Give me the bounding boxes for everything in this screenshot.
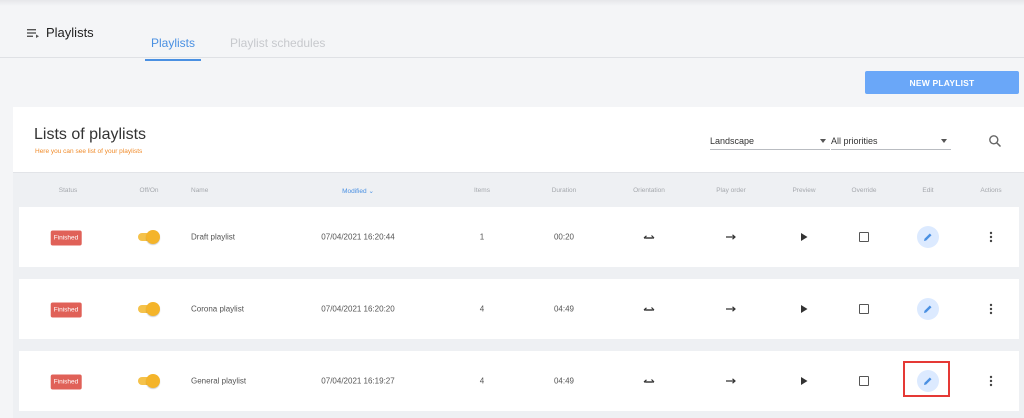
priority-select[interactable]: All priorities: [831, 132, 951, 150]
swap-arrows-icon: [642, 376, 656, 386]
sort-chevron-icon: ⌄: [368, 188, 374, 195]
edit-button[interactable]: [917, 370, 939, 392]
arrow-right-icon: [725, 377, 737, 385]
more-vertical-icon[interactable]: [989, 231, 993, 243]
enable-toggle[interactable]: [138, 374, 160, 388]
toggle-knob: [146, 302, 160, 316]
orientation-select[interactable]: Landscape: [710, 132, 830, 150]
column-off-on: Off/On: [139, 187, 159, 194]
duration: 04:49: [553, 304, 575, 314]
arrow-right-icon: [725, 305, 737, 313]
enable-toggle[interactable]: [138, 230, 160, 244]
column-items: Items: [474, 187, 490, 194]
table-row[interactable]: Finished Draft playlist 07/04/2021 16:20…: [19, 207, 1019, 267]
column-duration: Duration: [551, 187, 577, 194]
column-edit: Edit: [922, 187, 934, 194]
pencil-icon: [924, 305, 932, 313]
priority-select-value: All priorities: [831, 135, 878, 146]
panel-header: Lists of playlists Here you can see list…: [13, 107, 1024, 173]
column-override: Override: [851, 187, 877, 194]
status-badge: Finished: [50, 230, 82, 246]
modified-date: 07/04/2021 16:20:44: [321, 232, 395, 242]
column-orientation: Orientation: [633, 187, 665, 194]
modified-date: 07/04/2021 16:20:20: [321, 304, 395, 314]
table-row[interactable]: Finished General playlist 07/04/2021 16:…: [19, 351, 1019, 411]
items-count: 4: [479, 376, 485, 386]
search-icon[interactable]: [988, 134, 1002, 148]
toggle-knob: [146, 374, 160, 388]
swap-arrows-icon: [642, 232, 656, 242]
list-subtitle: Here you can see list of your playlists: [35, 148, 143, 155]
table-row[interactable]: Finished Corona playlist 07/04/2021 16:2…: [19, 279, 1019, 339]
column-actions: Actions: [980, 187, 1002, 194]
playlist-name[interactable]: Corona playlist: [191, 305, 244, 314]
status-badge-label: Finished: [50, 302, 82, 318]
list-title: Lists of playlists: [34, 126, 147, 143]
arrow-right-icon: [725, 233, 737, 241]
status-badge: Finished: [50, 302, 82, 318]
new-playlist-button[interactable]: NEW PLAYLIST: [865, 71, 1019, 94]
column-status: Status: [58, 187, 78, 194]
column-name: Name: [191, 187, 209, 194]
status-badge: Finished: [50, 374, 82, 390]
more-vertical-icon[interactable]: [989, 303, 993, 315]
override-checkbox[interactable]: [859, 376, 869, 386]
items-count: 4: [479, 304, 485, 314]
page-title-text: Playlists: [46, 25, 94, 40]
playlist-name[interactable]: General playlist: [191, 377, 246, 386]
tab-playlist-schedules[interactable]: Playlist schedules: [224, 36, 331, 61]
column-preview: Preview: [792, 187, 816, 194]
column-modified[interactable]: Modified ⌄: [342, 187, 374, 195]
page-title: Playlists: [26, 25, 94, 40]
duration: 04:49: [553, 376, 575, 386]
chevron-down-icon: [941, 138, 947, 143]
top-bar: Playlists Playlists Playlist schedules: [0, 0, 1024, 61]
play-icon[interactable]: [800, 377, 808, 386]
orientation-select-value: Landscape: [710, 135, 755, 146]
playlist-name[interactable]: Draft playlist: [191, 233, 235, 242]
column-play-order: Play order: [716, 187, 746, 194]
playlists-panel: Lists of playlists Here you can see list…: [13, 107, 1024, 418]
chevron-down-icon: [820, 138, 826, 143]
status-badge-label: Finished: [50, 230, 82, 246]
enable-toggle[interactable]: [138, 302, 160, 316]
tab-playlists[interactable]: Playlists: [145, 36, 202, 61]
items-count: 1: [479, 232, 485, 242]
play-icon[interactable]: [800, 305, 808, 314]
status-badge-label: Finished: [50, 374, 82, 390]
pencil-icon: [924, 233, 932, 241]
more-vertical-icon[interactable]: [989, 375, 993, 387]
edit-button[interactable]: [917, 226, 939, 248]
duration: 00:20: [553, 232, 575, 242]
swap-arrows-icon: [642, 304, 656, 314]
tabs: Playlists Playlist schedules: [145, 36, 354, 61]
override-checkbox[interactable]: [859, 232, 869, 242]
edit-button[interactable]: [917, 298, 939, 320]
toggle-knob: [146, 230, 160, 244]
column-modified-label: Modified: [342, 188, 367, 195]
modified-date: 07/04/2021 16:19:27: [321, 376, 395, 386]
menu-icon[interactable]: [26, 26, 40, 40]
override-checkbox[interactable]: [859, 304, 869, 314]
pencil-icon: [924, 377, 932, 385]
play-icon[interactable]: [800, 233, 808, 242]
